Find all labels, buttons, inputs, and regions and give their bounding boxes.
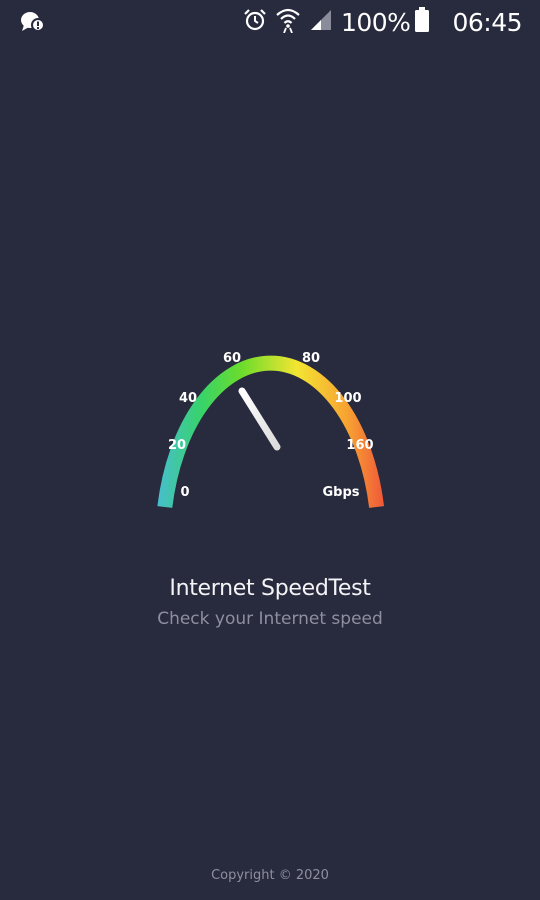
gauge-labels: 0 20 40 60 80 100 160 Gbps: [168, 351, 374, 500]
gauge-tick-label: 160: [346, 438, 373, 453]
speed-gauge: 0 20 40 60 80 100 160 Gbps: [157, 351, 385, 508]
copyright-text: Copyright © 2020: [211, 868, 329, 883]
gauge-needle: [238, 387, 281, 451]
gauge-tick-label: 0: [180, 485, 189, 500]
gauge-unit-label: Gbps: [322, 485, 359, 500]
gauge-tick-label: 60: [223, 351, 241, 366]
gauge-tick-label: 20: [168, 438, 186, 453]
gauge-tick-label: 80: [302, 351, 320, 366]
gauge-tick-label: 40: [179, 391, 197, 406]
app-subtitle: Check your Internet speed: [157, 609, 383, 629]
splash-screen: 100% 06:45 0 20 40 60 80 100 160 Gbps In…: [0, 0, 540, 900]
app-title: Internet SpeedTest: [169, 576, 371, 601]
gauge-tick-label: 100: [334, 391, 361, 406]
